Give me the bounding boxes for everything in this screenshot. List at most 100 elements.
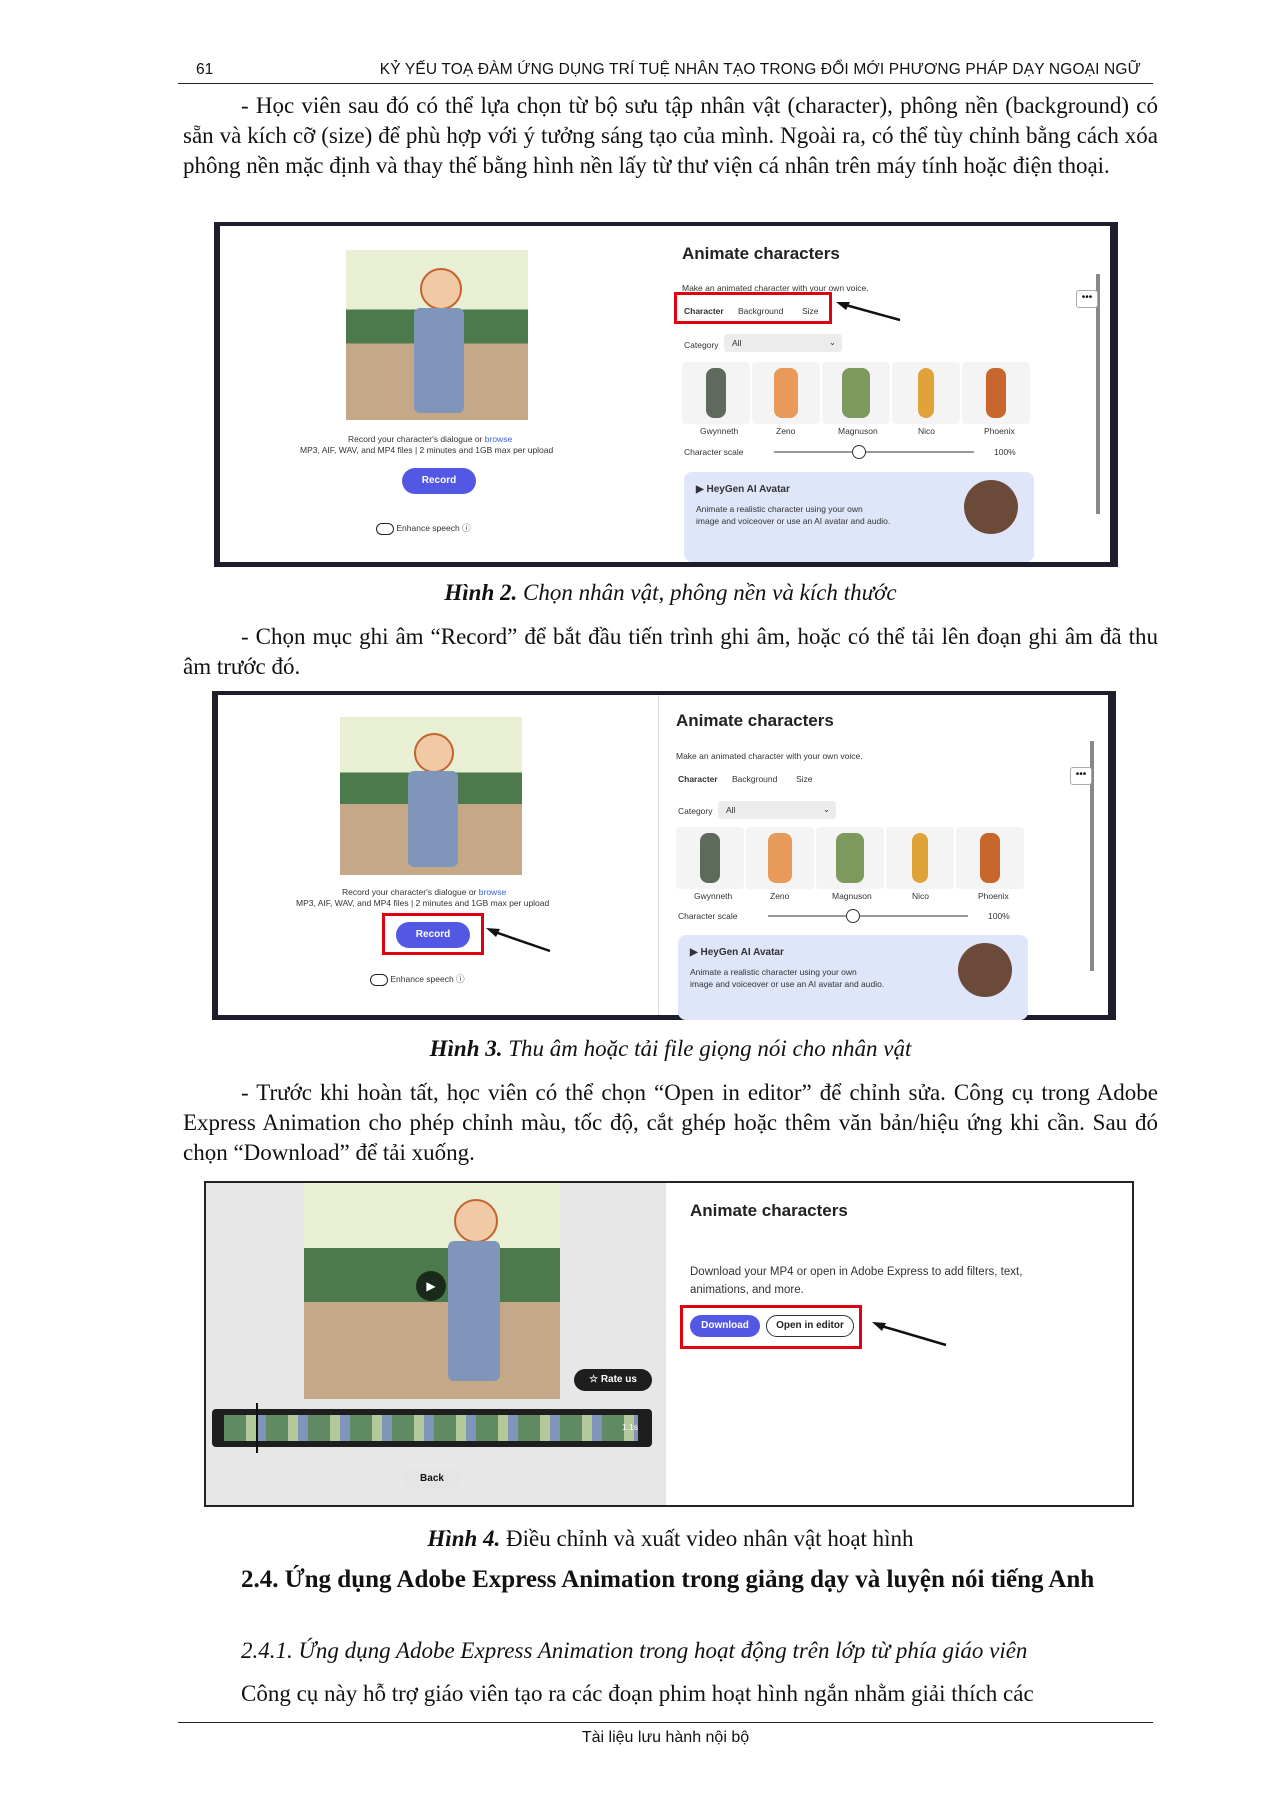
character-card-zeno[interactable]: [752, 362, 820, 424]
arrow-icon: [486, 928, 551, 953]
rate-us-button[interactable]: ☆ Rate us: [574, 1369, 652, 1391]
category-value: All: [726, 805, 736, 815]
caption-text: Thu âm hoặc tải file giọng nói cho nhân …: [502, 1036, 912, 1061]
play-button-icon[interactable]: ▶: [416, 1271, 446, 1301]
panel-title: Animate characters: [676, 711, 834, 730]
caption-label: Hình 2.: [444, 580, 518, 605]
paragraph-4: Công cụ này hỗ trợ giáo viên tạo ra các …: [241, 1681, 1034, 1706]
download-description: Download your MP4 or open in Adobe Expre…: [690, 1266, 1023, 1296]
character-card-gwynneth[interactable]: [676, 827, 744, 889]
paragraph-3: - Trước khi hoàn tất, học viên có thể ch…: [183, 1080, 1158, 1165]
figure-4-caption: Hình 4. Điều chỉnh và xuất video nhân vậ…: [183, 1526, 1158, 1552]
heygen-card[interactable]: ▶ HeyGen AI Avatar Animate a realistic c…: [684, 472, 1034, 562]
header-title: KỶ YẾU TOẠ ĐÀM ỨNG DỤNG TRÍ TUỆ NHÂN TẠO…: [379, 61, 1141, 78]
panel-subtitle: Make an animated character with your own…: [676, 751, 863, 761]
character-name: Gwynneth: [700, 426, 739, 436]
character-name: Magnuson: [838, 426, 878, 436]
scale-value: 100%: [994, 447, 1016, 457]
more-options-icon[interactable]: •••: [1070, 767, 1092, 785]
slider-thumb[interactable]: [852, 445, 866, 459]
tab-character[interactable]: Character: [678, 774, 718, 784]
character-name: Phoenix: [984, 426, 1015, 436]
record-hint: Record your character's dialogue or: [348, 434, 483, 444]
back-button[interactable]: Back: [404, 1469, 460, 1489]
category-value: All: [732, 338, 742, 348]
page-header: 61 KỶ YẾU TOẠ ĐÀM ỨNG DỤNG TRÍ TUỆ NHÂN …: [178, 57, 1153, 84]
figure-2-caption: Hình 2. Chọn nhân vật, phông nền và kích…: [183, 580, 1158, 606]
panel-title: Animate characters: [690, 1201, 848, 1220]
heygen-card[interactable]: ▶ HeyGen AI Avatar Animate a realistic c…: [678, 935, 1028, 1020]
category-label: Category: [678, 806, 713, 816]
figure-3-caption: Hình 3. Thu âm hoặc tải file giọng nói c…: [183, 1036, 1158, 1062]
more-options-icon[interactable]: •••: [1076, 290, 1098, 308]
category-select[interactable]: All ⌄: [724, 334, 842, 352]
arrow-icon: [872, 1322, 947, 1347]
character-name: Magnuson: [832, 891, 872, 901]
character-name: Gwynneth: [694, 891, 733, 901]
heygen-title: HeyGen AI Avatar: [706, 484, 790, 495]
section-heading: 2.4. Ứng dụng Adobe Express Animation tr…: [241, 1566, 1095, 1593]
character-card-magnuson[interactable]: [822, 362, 890, 424]
enhance-toggle[interactable]: [376, 522, 394, 535]
enhance-speech-label: Enhance speech: [390, 974, 454, 984]
info-icon: ⓘ: [462, 523, 471, 533]
caption-label: Hình 3.: [429, 1036, 503, 1061]
heygen-desc: Animate a realistic character using your…: [690, 967, 857, 977]
figure-2-screenshot: Record your character's dialogue or brow…: [214, 222, 1118, 567]
arrow-icon: [836, 302, 901, 322]
scale-slider[interactable]: [768, 915, 968, 917]
record-button[interactable]: Record: [402, 468, 476, 494]
figure-3-screenshot: Record your character's dialogue or brow…: [212, 691, 1116, 1020]
panel-title: Animate characters: [682, 244, 840, 263]
character-card-magnuson[interactable]: [816, 827, 884, 889]
character-name: Zeno: [770, 891, 790, 901]
record-hint: Record your character's dialogue or: [342, 887, 477, 897]
tab-background[interactable]: Background: [732, 774, 777, 784]
highlight-box: [382, 913, 484, 955]
chevron-down-icon: ⌄: [822, 804, 830, 814]
character-name: Nico: [912, 891, 930, 901]
browse-link[interactable]: browse: [479, 887, 506, 897]
scale-slider[interactable]: [774, 451, 974, 453]
heygen-desc: Animate a realistic character using your…: [696, 504, 863, 514]
caption-text: Chọn nhân vật, phông nền và kích thước: [517, 580, 897, 605]
character-card-gwynneth[interactable]: [682, 362, 750, 424]
character-card-zeno[interactable]: [746, 827, 814, 889]
scale-label: Character scale: [678, 911, 738, 921]
chevron-down-icon: ⌄: [828, 337, 836, 347]
paragraph-2: - Chọn mục ghi âm “Record” để bắt đầu ti…: [183, 624, 1158, 679]
character-name: Nico: [918, 426, 936, 436]
slider-thumb[interactable]: [846, 909, 860, 923]
browse-link[interactable]: browse: [485, 434, 512, 444]
enhance-toggle[interactable]: [370, 973, 388, 986]
play-icon: ▶: [690, 947, 698, 958]
character-card-nico[interactable]: [892, 362, 960, 424]
tab-size[interactable]: Size: [796, 774, 813, 784]
scale-value: 100%: [988, 911, 1010, 921]
video-preview-image: ▶: [304, 1183, 560, 1399]
timeline-time: 1.1s: [621, 1422, 638, 1432]
info-icon: ⓘ: [456, 974, 465, 984]
caption-label: Hình 4.: [427, 1526, 501, 1551]
caption-text: Điều chỉnh và xuất video nhân vật hoạt h…: [500, 1526, 914, 1551]
star-icon: ☆: [589, 1374, 599, 1385]
timeline-strip[interactable]: 1.1s: [212, 1403, 652, 1453]
page-number: 61: [196, 61, 214, 78]
character-card-phoenix[interactable]: [956, 827, 1024, 889]
figure-4-screenshot: ▶ ☆ Rate us 1.1s Back Animate characters…: [204, 1181, 1134, 1507]
scrollbar[interactable]: [1096, 274, 1100, 514]
category-label: Category: [684, 340, 719, 350]
scale-label: Character scale: [684, 447, 744, 457]
character-preview-image: [346, 250, 528, 420]
subsection-heading: 2.4.1. Ứng dụng Adobe Express Animation …: [241, 1638, 1028, 1663]
category-select[interactable]: All ⌄: [718, 801, 836, 819]
rate-us-label: Rate us: [600, 1374, 637, 1385]
highlight-box: [680, 1305, 862, 1349]
character-card-phoenix[interactable]: [962, 362, 1030, 424]
file-hint: MP3, AIF, WAV, and MP4 files | 2 minutes…: [300, 445, 554, 455]
heygen-desc: image and voiceover or use an AI avatar …: [690, 979, 885, 989]
play-icon: ▶: [696, 484, 704, 495]
character-card-nico[interactable]: [886, 827, 954, 889]
avatar: [964, 480, 1018, 534]
playhead[interactable]: [256, 1403, 258, 1453]
